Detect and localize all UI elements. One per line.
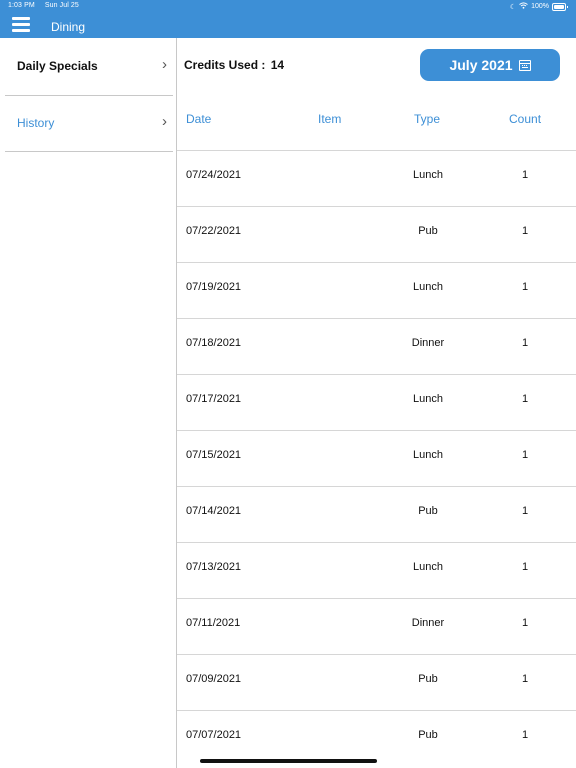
- table-row[interactable]: 07/09/2021 Pub 1: [177, 654, 576, 710]
- month-picker-button[interactable]: July 2021: [420, 49, 560, 81]
- cell-date: 07/13/2021: [186, 561, 242, 573]
- table-row[interactable]: 07/18/2021 Dinner 1: [177, 318, 576, 374]
- table-row[interactable]: 07/14/2021 Pub 1: [177, 486, 576, 542]
- credits-label: Credits Used :: [184, 58, 266, 72]
- cell-type: Dinner: [411, 337, 445, 349]
- cell-date: 07/14/2021: [186, 505, 242, 517]
- chevron-right-icon: ›: [162, 56, 167, 73]
- cell-count: 1: [521, 281, 529, 293]
- table-row[interactable]: 07/11/2021 Dinner 1: [177, 598, 576, 654]
- status-bar-right: ☾ 100%: [509, 2, 568, 11]
- cell-date: 07/15/2021: [186, 449, 242, 461]
- cell-count: 1: [521, 673, 529, 685]
- credits-used: Credits Used : 14: [184, 58, 284, 72]
- sidebar-item-label: Daily Specials: [17, 59, 98, 73]
- table-row[interactable]: 07/22/2021 Pub 1: [177, 206, 576, 262]
- wifi-icon: [519, 2, 528, 11]
- cell-type: Pub: [418, 729, 438, 741]
- cell-type: Lunch: [413, 393, 443, 405]
- cell-type: Pub: [418, 673, 438, 685]
- cell-type: Dinner: [411, 617, 445, 629]
- status-bar-left: 1:03 PM Sun Jul 25: [8, 2, 79, 9]
- column-header-count: Count: [509, 112, 542, 126]
- sidebar-item-history[interactable]: History ›: [5, 95, 173, 151]
- credits-value: 14: [270, 58, 285, 72]
- cell-type: Lunch: [413, 169, 443, 181]
- table-row[interactable]: 07/13/2021 Lunch 1: [177, 542, 576, 598]
- column-header-type: Type: [414, 112, 441, 126]
- table-row[interactable]: 07/17/2021 Lunch 1: [177, 374, 576, 430]
- cell-date: 07/09/2021: [186, 673, 242, 685]
- cell-date: 07/19/2021: [186, 281, 242, 293]
- month-label: July 2021: [449, 57, 513, 73]
- cell-count: 1: [521, 505, 529, 517]
- cell-count: 1: [521, 729, 529, 741]
- cell-date: 07/22/2021: [186, 225, 242, 237]
- calendar-icon: [518, 59, 531, 71]
- cell-type: Lunch: [413, 281, 443, 293]
- cell-type: Lunch: [413, 561, 443, 573]
- cell-type: Pub: [418, 505, 438, 517]
- history-table: 07/24/2021 Lunch 1 07/22/2021 Pub 1 07/1…: [177, 150, 576, 766]
- cell-date: 07/24/2021: [186, 169, 242, 181]
- nav-title: Dining: [51, 20, 86, 34]
- table-row[interactable]: 07/07/2021 Pub 1: [177, 710, 576, 766]
- cell-date: 07/07/2021: [186, 729, 242, 741]
- table-row[interactable]: 07/24/2021 Lunch 1: [177, 150, 576, 206]
- cell-count: 1: [521, 449, 529, 461]
- cell-date: 07/11/2021: [186, 617, 241, 629]
- cell-date: 07/18/2021: [186, 337, 242, 349]
- sidebar-item-label: History: [17, 116, 55, 130]
- cell-count: 1: [521, 337, 529, 349]
- column-header-date: Date: [186, 112, 212, 126]
- cell-count: 1: [521, 617, 529, 629]
- cell-count: 1: [521, 169, 529, 181]
- table-row[interactable]: 07/19/2021 Lunch 1: [177, 262, 576, 318]
- cell-date: 07/17/2021: [186, 393, 242, 405]
- status-date: Sun Jul 25: [44, 2, 79, 9]
- chevron-right-icon: ›: [162, 113, 167, 130]
- sidebar-divider: [5, 151, 173, 152]
- top-bar: 1:03 PM Sun Jul 25 ☾ 100% Dining: [0, 0, 576, 38]
- moon-icon: ☾: [509, 3, 517, 11]
- column-header-item: Item: [318, 112, 342, 126]
- cell-count: 1: [521, 225, 529, 237]
- cell-count: 1: [521, 561, 529, 573]
- hamburger-menu-icon[interactable]: [12, 17, 30, 32]
- home-indicator[interactable]: [200, 759, 377, 763]
- battery-percent: 100%: [531, 3, 549, 10]
- cell-type: Pub: [418, 225, 438, 237]
- cell-type: Lunch: [413, 449, 443, 461]
- sidebar-item-daily-specials[interactable]: Daily Specials ›: [5, 38, 173, 94]
- cell-count: 1: [521, 393, 529, 405]
- table-header: Date Item Type Count: [177, 112, 576, 128]
- table-row[interactable]: 07/15/2021 Lunch 1: [177, 430, 576, 486]
- battery-icon: [552, 2, 568, 11]
- status-time: 1:03 PM: [8, 2, 35, 9]
